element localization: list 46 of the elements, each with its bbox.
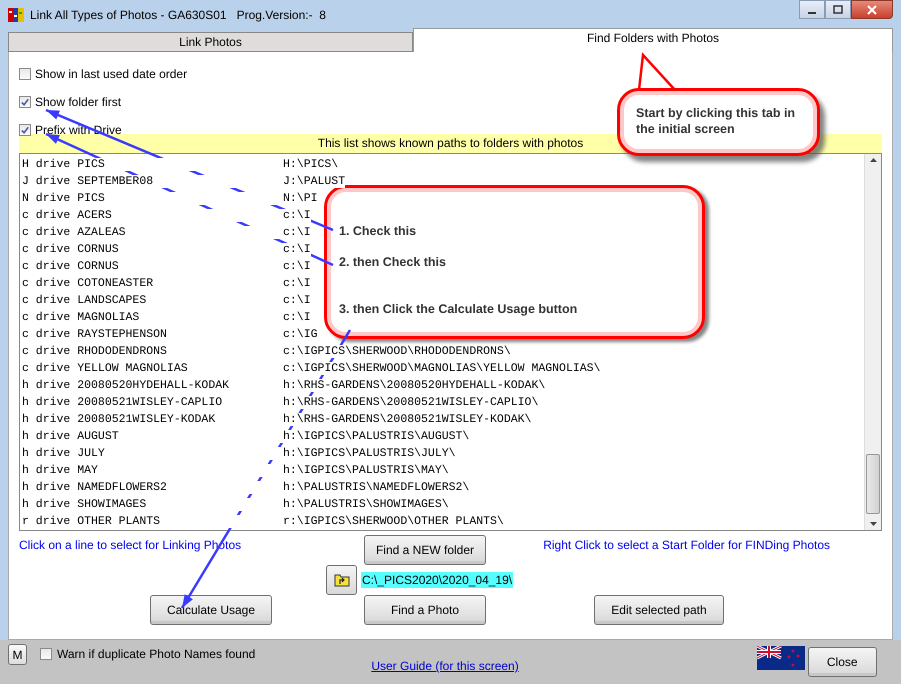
folder-path[interactable]: h:\RHS-GARDENS\20080521WISLEY-CAPLIO\: [283, 396, 538, 409]
window-title: Link All Types of Photos - GA630S01 Prog.Version:- 8: [30, 8, 326, 22]
checkbox[interactable]: [40, 648, 52, 660]
folder-path[interactable]: h:\IGPICS\PALUSTRIS\AUGUST\: [283, 430, 470, 443]
close-button[interactable]: [851, 0, 893, 19]
scrollbar[interactable]: [864, 154, 881, 530]
find-new-folder-button[interactable]: Find a NEW folder: [364, 535, 486, 565]
callout-text: 3. then Click the Calculate Usage button: [339, 302, 578, 316]
folder-path[interactable]: c:\I: [283, 243, 311, 256]
hint-text: Right Click to select a Start Folder for FINDing Photos: [543, 538, 830, 552]
checkbox-label: Warn if duplicate Photo Names found: [57, 647, 256, 661]
action-button[interactable]: Calculate Usage: [150, 595, 272, 625]
folder-path[interactable]: J:\PALUST: [283, 175, 346, 188]
checkbox-label: Show folder first: [35, 95, 122, 109]
action-button[interactable]: Edit selected path: [594, 595, 724, 625]
flag-icon: [756, 646, 805, 670]
checkbox[interactable]: [19, 96, 31, 108]
minimize-button[interactable]: [799, 0, 825, 19]
action-button[interactable]: Find a Photo: [364, 595, 486, 625]
app-icon: [8, 8, 24, 22]
maximize-button[interactable]: [825, 0, 851, 19]
folder-up-button[interactable]: [326, 565, 357, 595]
folder-name[interactable]: h drive JULY: [22, 447, 283, 460]
folder-icon: [334, 573, 350, 587]
callout-text: 1. Check this: [339, 224, 418, 238]
close-icon: [867, 4, 877, 14]
close-button[interactable]: Close: [808, 647, 877, 677]
callout-text: Start by clicking this tab in the initial screen: [636, 105, 796, 137]
maximize-icon: [833, 4, 843, 14]
folder-path[interactable]: c:\I: [283, 209, 311, 222]
folder-path[interactable]: c:\IGPICS\SHERWOOD\RHODODENDRONS\: [283, 345, 511, 358]
folder-path[interactable]: h:\RHS-GARDENS\20080520HYDEHALL-KODAK\: [283, 379, 546, 392]
tab[interactable]: Link Photos: [8, 32, 413, 52]
callout-text: 2. then Check this: [339, 255, 447, 269]
user-guide-link[interactable]: User Guide (for this screen): [371, 659, 519, 673]
current-path: C:\_PICS2020\2020_04_19\: [361, 572, 514, 588]
scrollbar-thumb[interactable]: [866, 454, 880, 514]
m-button[interactable]: M: [8, 644, 27, 665]
folder-path[interactable]: c:\IGPICS\SHERWOOD\MAGNOLIAS\YELLOW MAGNOLIAS\: [283, 362, 600, 375]
folder-path[interactable]: h:\RHS-GARDENS\20080521WISLEY-KODAK\: [283, 413, 532, 426]
folder-name[interactable]: h drive AUGUST: [22, 430, 283, 443]
checkbox-label: Show in last used date order: [35, 67, 188, 81]
folder-name[interactable]: c drive ACERS: [22, 209, 283, 222]
minimize-icon: [808, 12, 816, 14]
checkbox[interactable]: [19, 124, 31, 136]
checkbox[interactable]: [19, 68, 31, 80]
